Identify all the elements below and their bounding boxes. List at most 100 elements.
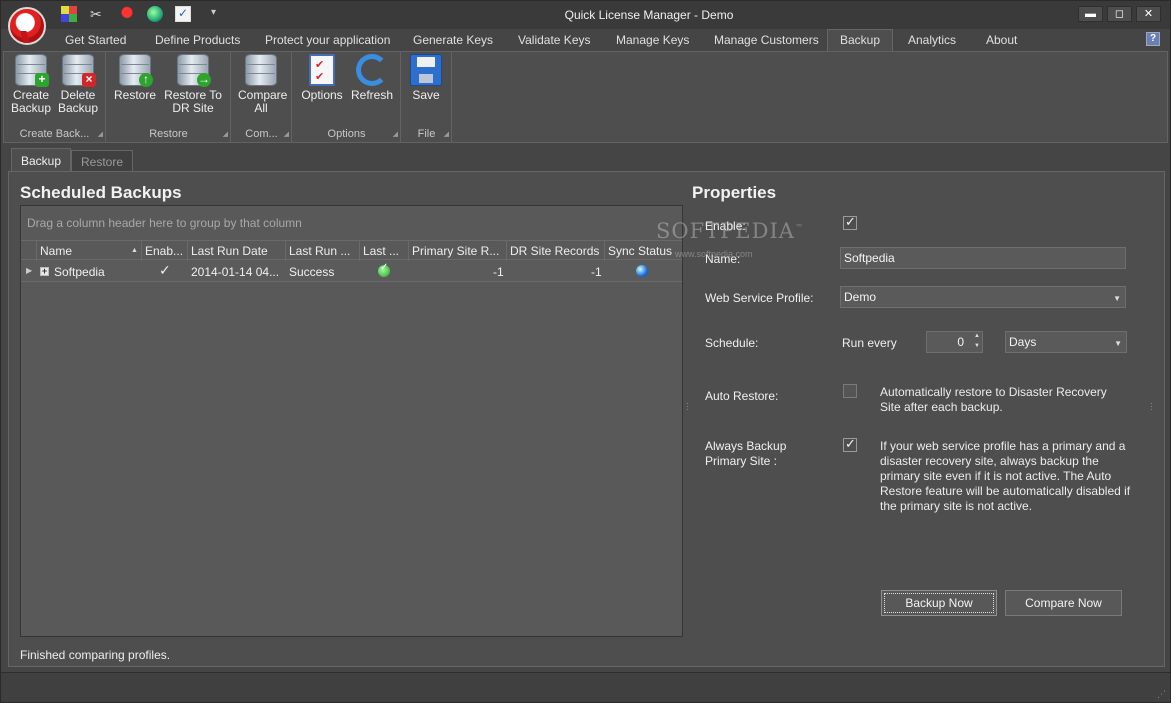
schedule-unit-select[interactable]: Days ▼ — [1005, 331, 1127, 353]
tab-backup[interactable]: Backup — [827, 29, 894, 52]
delete-backup-button[interactable]: × Delete Backup — [57, 54, 99, 115]
watermark-mark: ™ — [794, 223, 804, 232]
cell-enabled-checkmark-icon[interactable]: ✓ — [159, 262, 171, 279]
refresh-label: Refresh — [350, 88, 394, 102]
web-service-profile-value: Demo — [844, 290, 877, 304]
create-backup-label-1: Create — [12, 88, 50, 102]
column-header-primary-site-records[interactable]: Primary Site R... — [412, 244, 506, 258]
database-restore-icon: ↑ — [119, 54, 153, 87]
title-bar: ✂ ▾ Quick License Manager - Demo ▬ ◻ ✕ — [1, 1, 1170, 29]
success-check-icon — [378, 262, 390, 277]
table-row[interactable]: ▶ + Softpedia ✓ 2014-01-14 04... Success… — [21, 261, 682, 282]
always-backup-checkbox[interactable] — [843, 436, 857, 452]
ribbon-group-options: Options Refresh Options ◢ — [293, 52, 401, 142]
schedule-label: Schedule: — [705, 336, 759, 350]
column-header-name[interactable]: Name — [40, 244, 130, 258]
web-service-profile-label: Web Service Profile: — [705, 291, 814, 305]
group-by-area[interactable]: Drag a column header here to group by th… — [21, 206, 682, 239]
database-compare-icon — [245, 54, 277, 86]
content-tab-restore[interactable]: Restore — [71, 150, 134, 172]
database-add-icon: + — [15, 54, 49, 87]
ribbon-group-label: Options — [327, 128, 366, 140]
minimize-button[interactable]: ▬ — [1078, 6, 1103, 22]
content-area: Backup Restore Scheduled Backups Drag a … — [3, 143, 1168, 670]
ribbon-group-label: Create Back... — [19, 128, 90, 140]
tab-manage-customers[interactable]: Manage Customers — [714, 33, 819, 47]
help-icon[interactable]: ? — [1146, 32, 1160, 46]
cell-dr-site-records: -1 — [591, 265, 602, 279]
name-input[interactable] — [840, 247, 1126, 269]
backup-panel: Scheduled Backups Drag a column header h… — [8, 171, 1165, 667]
status-message: Finished comparing profiles. — [20, 648, 171, 662]
column-header-enabled[interactable]: Enab... — [145, 244, 187, 258]
restore-label: Restore — [113, 88, 157, 102]
auto-restore-label: Auto Restore: — [705, 389, 779, 403]
scheduled-backups-grid: Drag a column header here to group by th… — [20, 205, 683, 637]
auto-restore-description: Automatically restore to Disaster Recove… — [880, 385, 1107, 414]
refresh-button[interactable]: Refresh — [350, 54, 394, 102]
ribbon-group-create-backup: + Create Backup × Delete Backup Create B… — [4, 52, 106, 142]
splitter-grip-icon[interactable]: ... — [1150, 397, 1153, 413]
run-every-stepper[interactable]: 0 ▲ ▼ — [926, 331, 983, 353]
compare-all-label-2: All — [254, 101, 268, 115]
always-backup-label: Always Backup Primary Site : — [705, 439, 787, 468]
app-window: ✂ ▾ Quick License Manager - Demo ▬ ◻ ✕ G… — [0, 0, 1171, 703]
restore-to-dr-site-button[interactable]: → Restore To DR Site — [163, 54, 223, 115]
save-button[interactable]: Save — [408, 54, 444, 102]
tab-manage-keys[interactable]: Manage Keys — [616, 33, 689, 47]
refresh-icon — [356, 54, 388, 86]
column-header-last-run-date[interactable]: Last Run Date — [191, 244, 283, 258]
auto-restore-checkbox[interactable] — [843, 384, 857, 398]
compare-all-button[interactable]: Compare All — [238, 54, 288, 115]
delete-backup-label-1: Delete — [60, 88, 96, 102]
row-indicator-icon: ▶ — [26, 266, 33, 275]
web-service-profile-select[interactable]: Demo ▼ — [840, 286, 1126, 308]
restore-button[interactable]: ↑ Restore — [113, 54, 157, 102]
chevron-down-icon: ▼ — [1113, 294, 1121, 303]
enable-checkbox[interactable] — [843, 214, 857, 230]
compare-all-label-1: Compare — [238, 88, 288, 102]
backup-now-button[interactable]: Backup Now — [881, 590, 997, 616]
column-header-dr-site-records[interactable]: DR Site Records — [510, 244, 606, 258]
app-menu-orb-icon[interactable] — [8, 7, 46, 45]
ribbon-tab-strip: Get Started Define Products Protect your… — [1, 29, 1170, 52]
run-every-value: 0 — [957, 335, 964, 349]
options-label: Options — [301, 88, 343, 102]
tab-get-started[interactable]: Get Started — [65, 33, 126, 47]
create-backup-label-2: Backup — [10, 101, 52, 115]
group-launcher-icon[interactable]: ◢ — [284, 130, 289, 138]
column-header-sync-status[interactable]: Sync Status — [608, 244, 680, 258]
spin-up-icon[interactable]: ▲ — [974, 333, 980, 339]
tab-generate-keys[interactable]: Generate Keys — [413, 33, 493, 47]
maximize-button[interactable]: ◻ — [1107, 6, 1132, 22]
chevron-down-icon: ▼ — [1114, 339, 1122, 348]
create-backup-button[interactable]: + Create Backup — [10, 54, 52, 115]
content-tab-backup[interactable]: Backup — [11, 148, 72, 172]
expand-row-icon[interactable]: + — [40, 267, 49, 276]
spin-down-icon[interactable]: ▼ — [974, 343, 980, 349]
cell-last-run-date: 2014-01-14 04... — [191, 265, 280, 279]
group-launcher-icon[interactable]: ◢ — [444, 130, 449, 138]
tab-about[interactable]: About — [986, 33, 1017, 47]
options-button[interactable]: Options — [301, 54, 343, 102]
sync-status-orb-icon — [636, 265, 648, 277]
column-header-last-run-result[interactable]: Last Run ... — [289, 244, 359, 258]
group-launcher-icon[interactable]: ◢ — [98, 130, 103, 138]
splitter-grip-icon[interactable]: ... — [686, 397, 689, 413]
close-button[interactable]: ✕ — [1136, 6, 1161, 22]
resize-grip-icon[interactable]: ⋰ — [1157, 689, 1166, 700]
floppy-disk-icon — [410, 54, 442, 86]
cell-primary-site-records: -1 — [493, 265, 504, 279]
group-launcher-icon[interactable]: ◢ — [393, 130, 398, 138]
restore-dr-label-2: DR Site — [172, 101, 214, 115]
status-bar: ⋰ — [1, 672, 1170, 702]
tab-define-products[interactable]: Define Products — [155, 33, 240, 47]
tab-analytics[interactable]: Analytics — [908, 33, 956, 47]
column-header-last-status[interactable]: Last ... — [363, 244, 407, 258]
group-launcher-icon[interactable]: ◢ — [223, 130, 228, 138]
compare-now-button[interactable]: Compare Now — [1005, 590, 1122, 616]
tab-protect-application[interactable]: Protect your application — [265, 33, 390, 47]
scheduled-backups-title: Scheduled Backups — [20, 183, 182, 202]
tab-validate-keys[interactable]: Validate Keys — [518, 33, 591, 47]
properties-title: Properties — [692, 183, 777, 202]
